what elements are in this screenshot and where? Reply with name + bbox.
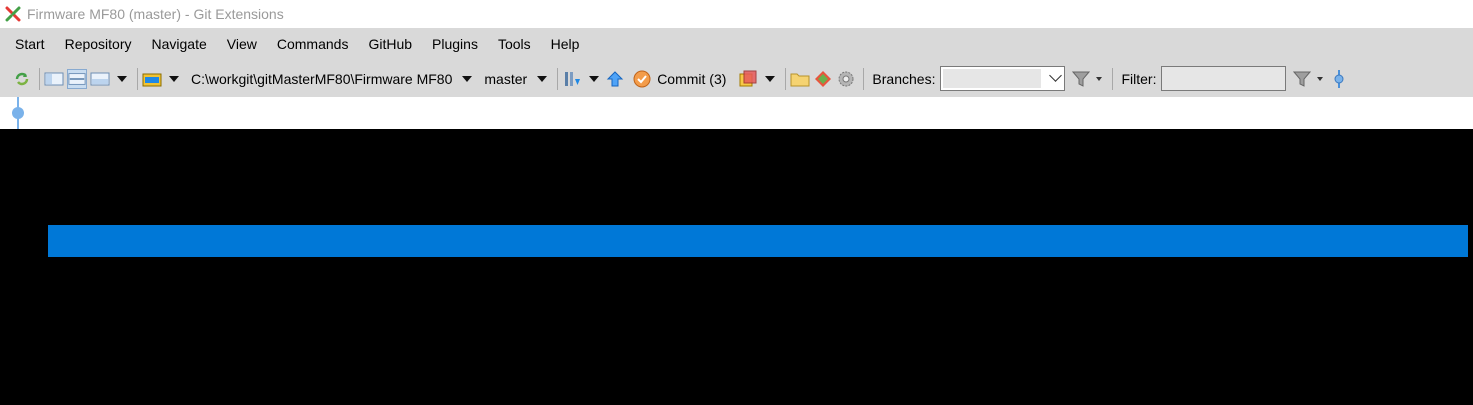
repository-icon[interactable] xyxy=(142,69,162,89)
toolbar-separator xyxy=(137,67,138,90)
menu-tools[interactable]: Tools xyxy=(488,28,541,60)
branch-dropdown-caret[interactable] xyxy=(537,75,548,82)
branches-combo[interactable] xyxy=(940,66,1066,91)
main-toolbar: C:\workgit\gitMasterMF80\Firmware MF80 m… xyxy=(0,60,1473,97)
revision-graph-header-row[interactable] xyxy=(0,97,1473,129)
filter-label: Filter: xyxy=(1121,70,1157,87)
refresh-icon[interactable] xyxy=(12,69,32,89)
git-extensions-icon xyxy=(5,6,21,22)
title-bar: Firmware MF80 (master) - Git Extensions xyxy=(0,0,1473,28)
settings-gear-icon[interactable] xyxy=(836,69,856,89)
menu-commands[interactable]: Commands xyxy=(267,28,359,60)
commit-icon[interactable] xyxy=(632,69,652,89)
branches-label: Branches: xyxy=(872,70,936,87)
commit-button[interactable]: Commit (3) xyxy=(657,71,726,87)
branches-combo-value xyxy=(943,69,1042,88)
push-icon[interactable] xyxy=(605,69,625,89)
layout-bottom-icon[interactable] xyxy=(90,69,110,89)
branch-filter-dropdown-caret[interactable] xyxy=(1096,76,1103,81)
graph-commit-node xyxy=(12,107,24,119)
stash-dropdown-caret[interactable] xyxy=(765,75,776,82)
stash-icon[interactable] xyxy=(738,69,758,89)
pull-icon[interactable] xyxy=(562,69,582,89)
repository-path[interactable]: C:\workgit\gitMasterMF80\Firmware MF80 xyxy=(191,71,452,87)
repository-path-dropdown-caret[interactable] xyxy=(462,75,473,82)
layout-dropdown-caret[interactable] xyxy=(117,75,127,82)
menu-repository[interactable]: Repository xyxy=(55,28,142,60)
revision-filter-dropdown-caret[interactable] xyxy=(1317,76,1324,81)
toolbar-separator xyxy=(785,67,787,90)
menu-plugins[interactable]: Plugins xyxy=(422,28,488,60)
repository-dropdown-caret[interactable] xyxy=(169,75,179,82)
menu-start[interactable]: Start xyxy=(5,28,55,60)
filter-input[interactable] xyxy=(1161,66,1287,91)
pull-dropdown-caret[interactable] xyxy=(589,75,600,82)
menu-help[interactable]: Help xyxy=(541,28,590,60)
folder-icon[interactable] xyxy=(790,69,810,89)
menu-navigate[interactable]: Navigate xyxy=(142,28,217,60)
layout-horizontal-icon[interactable] xyxy=(67,68,87,89)
menu-github[interactable]: GitHub xyxy=(358,28,422,60)
chevron-down-icon[interactable] xyxy=(1049,69,1063,82)
toolbar-separator xyxy=(863,67,865,90)
revision-filter-icon[interactable] xyxy=(1292,69,1312,89)
window-title: Firmware MF80 (master) - Git Extensions xyxy=(27,6,284,22)
menu-bar: Start Repository Navigate View Commands … xyxy=(0,28,1473,60)
toolbar-separator xyxy=(39,67,40,90)
toolbar-separator xyxy=(1112,67,1114,90)
toolbar-separator xyxy=(557,67,559,90)
selected-revision-row[interactable] xyxy=(48,225,1468,257)
graph-toggle-icon[interactable] xyxy=(1329,69,1349,89)
branch-filter-icon[interactable] xyxy=(1071,69,1091,89)
branch-name[interactable]: master xyxy=(484,71,527,87)
git-bash-icon[interactable] xyxy=(813,69,833,89)
menu-view[interactable]: View xyxy=(217,28,267,60)
layout-left-icon[interactable] xyxy=(44,69,64,89)
